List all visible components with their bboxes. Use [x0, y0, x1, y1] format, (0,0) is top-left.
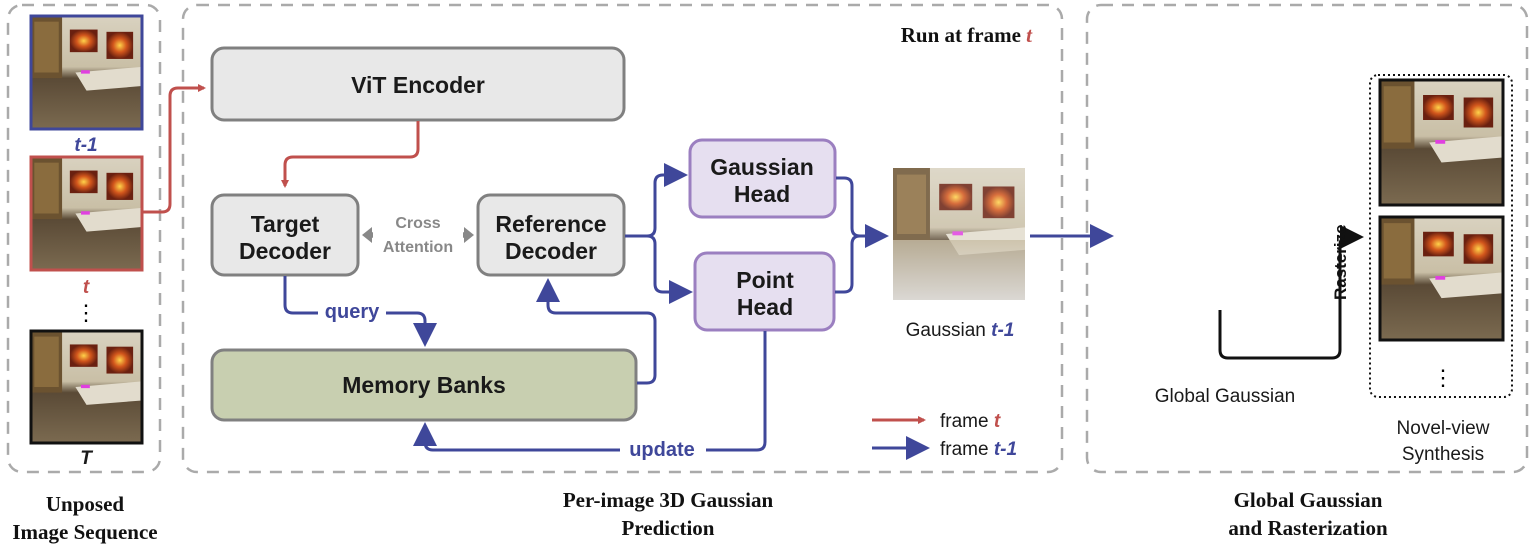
legend-frame-t: frame t — [940, 411, 1001, 432]
novel-view-label: Synthesis — [1402, 444, 1484, 465]
arrow-to-gaussian-head — [625, 163, 688, 238]
frame-image-T — [29, 329, 144, 445]
global-caption: and Rasterization — [1228, 516, 1388, 540]
reference-decoder-label: Decoder — [505, 238, 597, 264]
rasterize-label: Rasterize — [1331, 224, 1350, 300]
memory-banks-label: Memory Banks — [342, 372, 506, 398]
target-decoder-label: Target — [251, 211, 320, 237]
frame-image-t — [29, 155, 144, 272]
novel-view-ellipsis: ⋮ — [1432, 365, 1454, 390]
input-caption: Unposed — [46, 492, 125, 516]
point-head-label: Point — [736, 267, 794, 293]
gaussian-head-label: Head — [734, 181, 790, 207]
novel-view-image-1 — [1378, 78, 1505, 207]
target-decoder-label: Decoder — [239, 238, 331, 264]
arrow-point-head-to-output — [835, 234, 861, 294]
gaussian-t-1-image — [893, 168, 1025, 300]
global-gaussian-image — [1120, 115, 1340, 340]
gaussian-head-label: Gaussian — [710, 154, 814, 180]
run-at-frame-label: Run at frame t — [901, 23, 1033, 47]
legend-frame-t-1: frame t-1 — [940, 439, 1017, 460]
novel-view-image-2 — [1378, 215, 1505, 342]
reference-decoder-label: Reference — [495, 211, 606, 237]
pipeline-diagram: t-1 t ⋮ T ViT Encoder Target Decoder Ref… — [6, 3, 1529, 544]
cross-attention-label: Attention — [383, 239, 453, 256]
input-caption: Image Sequence — [12, 520, 157, 544]
ellipsis: ⋮ — [75, 300, 97, 325]
frame-image-t-1 — [29, 14, 144, 131]
query-label: query — [325, 301, 380, 323]
frame-label-t: t — [83, 277, 90, 298]
novel-view-label: Novel-view — [1397, 418, 1490, 439]
global-gaussian-label: Global Gaussian — [1155, 386, 1295, 407]
point-head-label: Head — [737, 294, 793, 320]
arrow-frame-to-encoder — [143, 84, 206, 214]
vit-encoder-label: ViT Encoder — [351, 72, 485, 98]
cross-attention-label: Cross — [395, 215, 440, 232]
frame-label-T: T — [80, 448, 93, 469]
gaussian-t-1-label: Gaussian t-1 — [906, 320, 1015, 341]
update-label: update — [629, 439, 695, 461]
arrow-to-point-head — [646, 234, 693, 304]
arrow-encoder-to-target — [281, 121, 420, 188]
frame-label-t-1: t-1 — [74, 135, 97, 156]
arrow-gaussian-head-to-output — [836, 176, 889, 248]
prediction-caption: Per-image 3D Gaussian — [563, 488, 774, 512]
prediction-caption: Prediction — [622, 516, 715, 540]
global-caption: Global Gaussian — [1234, 488, 1383, 512]
